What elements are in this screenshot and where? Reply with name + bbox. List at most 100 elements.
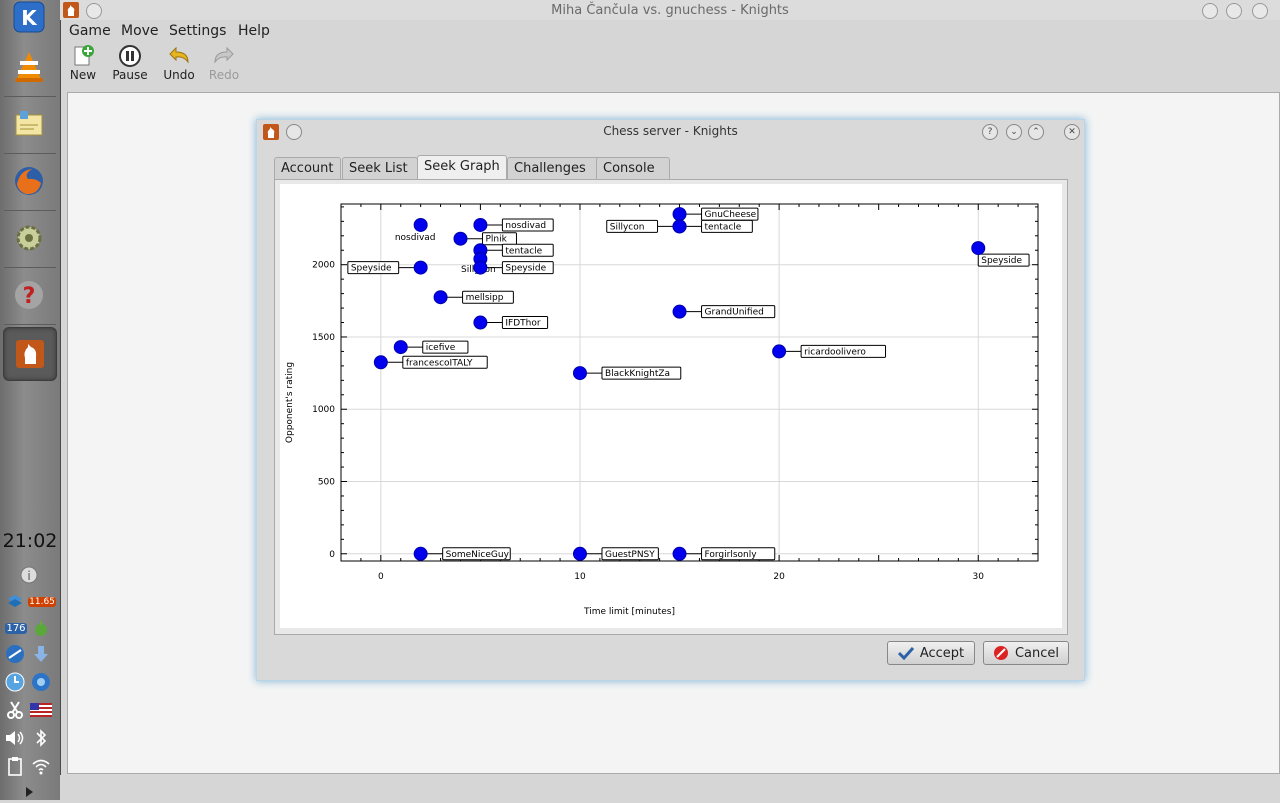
dialog-close-button[interactable]: ✕	[1064, 124, 1080, 140]
menu-game[interactable]: Game	[69, 23, 111, 39]
cancel-icon	[993, 646, 1008, 660]
clock-app-icon[interactable]	[4, 671, 26, 693]
tab-account[interactable]: Account	[274, 157, 341, 180]
dialog-title: Chess server - Knights	[603, 124, 738, 138]
seek-point[interactable]	[672, 219, 687, 234]
vlc-icon[interactable]	[3, 40, 55, 92]
point-label: SomeNiceGuy	[446, 550, 510, 560]
wifi-icon[interactable]	[30, 755, 52, 777]
firefox-icon[interactable]	[3, 155, 55, 207]
accept-label: Accept	[919, 645, 965, 661]
seek-point[interactable]	[672, 304, 687, 319]
point-label: BlackKnightZa	[605, 369, 670, 379]
menu-settings[interactable]: Settings	[169, 23, 226, 39]
tab-account-label: Account	[281, 161, 334, 176]
seek-point[interactable]	[572, 366, 587, 381]
seek-point[interactable]	[413, 217, 428, 232]
seek-point[interactable]	[413, 260, 428, 275]
menu-settings-label: Settings	[169, 23, 227, 39]
knights-task-icon[interactable]	[3, 327, 57, 381]
clipboard-icon[interactable]	[4, 755, 26, 777]
globe-icon[interactable]	[30, 671, 52, 693]
redo-label: Redo	[208, 68, 240, 82]
help-icon[interactable]: ?	[3, 269, 55, 321]
info-icon[interactable]: i	[18, 564, 40, 586]
seek-point[interactable]	[373, 355, 388, 370]
x-axis-label: Time limit [minutes]	[583, 607, 675, 617]
y-tick-label: 1000	[312, 405, 335, 415]
undo-label: Undo	[163, 68, 195, 82]
seek-point[interactable]	[453, 231, 468, 246]
point-label: nosdivad	[505, 221, 546, 231]
x-tick-label: 0	[378, 572, 384, 582]
redo-icon	[214, 46, 234, 64]
settings-icon[interactable]	[3, 212, 55, 264]
x-tick-label: 20	[773, 572, 785, 582]
tab-challenges[interactable]: Challenges	[507, 157, 603, 180]
new-button[interactable]: New	[61, 44, 105, 82]
point-label: icefive	[426, 343, 456, 353]
point-label: Speyside	[351, 264, 392, 274]
dropbox-icon[interactable]	[4, 591, 26, 613]
point-label: nosdivad	[395, 233, 436, 243]
seek-point[interactable]	[971, 241, 986, 256]
point-label: francescoITALY	[406, 358, 473, 368]
seek-point[interactable]	[772, 344, 787, 359]
tab-seek-graph[interactable]: Seek Graph	[417, 155, 507, 181]
y-tick-label: 1500	[312, 333, 335, 343]
statusbar	[60, 775, 1280, 800]
seek-point[interactable]	[572, 546, 587, 561]
seek-point[interactable]	[393, 340, 408, 355]
seek-point[interactable]	[672, 207, 687, 222]
pause-label: Pause	[112, 68, 148, 82]
cancel-button[interactable]: Cancel	[983, 641, 1069, 665]
svg-text:i: i	[27, 569, 30, 583]
dialog-help-button[interactable]: ?	[982, 124, 998, 140]
volume-icon[interactable]	[4, 727, 26, 749]
dialog-maximize-button[interactable]: ⌃	[1028, 124, 1044, 140]
maximize-button[interactable]	[1226, 3, 1242, 19]
y-axis-label: Opponent's rating	[285, 362, 295, 443]
tray-badge-1[interactable]: 11.65	[28, 591, 56, 613]
seek-graph-pane: 0 10 20 30 0 500 1000 1500 2000 Time limit [minut…	[274, 179, 1068, 635]
bluetooth-icon[interactable]	[30, 727, 52, 749]
seek-point[interactable]	[413, 546, 428, 561]
seek-point[interactable]	[473, 260, 488, 275]
network-icon[interactable]	[4, 643, 26, 665]
apple-icon[interactable]	[30, 617, 52, 639]
tab-console[interactable]: Console	[596, 157, 670, 180]
accept-button[interactable]: Accept	[887, 641, 975, 665]
chess-server-dialog: Chess server - Knights ? ⌄ ⌃ ✕ Account S…	[256, 119, 1085, 681]
us-flag-icon[interactable]	[30, 699, 52, 721]
point-label: Speyside	[981, 256, 1022, 266]
seek-point[interactable]	[672, 546, 687, 561]
seek-graph-chart[interactable]: 0 10 20 30 0 500 1000 1500 2000 Time limit [minut…	[280, 184, 1062, 628]
pause-button[interactable]: Pause	[108, 44, 152, 82]
undo-icon	[169, 46, 189, 64]
clock[interactable]: 21:02	[0, 530, 60, 552]
menu-move[interactable]: Move	[121, 23, 159, 39]
seek-point[interactable]	[473, 315, 488, 330]
seek-point[interactable]	[433, 290, 448, 305]
kontact-icon[interactable]	[3, 98, 55, 150]
scissors-icon[interactable]	[4, 699, 26, 721]
tray-badge-2[interactable]: 176	[4, 617, 28, 639]
tab-seek-list[interactable]: Seek List	[342, 157, 418, 180]
kde-menu-icon[interactable]: K	[3, 0, 55, 34]
undo-button[interactable]: Undo	[157, 44, 201, 82]
cancel-label: Cancel	[1014, 645, 1060, 661]
window-title: Miha Čančula vs. gnuchess - Knights	[551, 3, 789, 18]
redo-button[interactable]: Redo	[202, 44, 246, 82]
dialog-minimize-button[interactable]: ⌄	[1006, 124, 1022, 140]
point-label: Sillycon	[610, 222, 645, 232]
tray-badge-2-text: 176	[5, 622, 27, 634]
menu-help[interactable]: Help	[238, 23, 270, 39]
x-tick-label: 30	[973, 572, 985, 582]
download-icon[interactable]	[30, 643, 52, 665]
seek-point[interactable]	[473, 217, 488, 232]
close-button[interactable]	[1252, 3, 1268, 19]
minimize-button[interactable]	[1202, 3, 1218, 19]
point-label: tentacle	[505, 246, 542, 256]
seek-graph: 0 10 20 30 0 500 1000 1500 2000 Time limit [minut…	[280, 184, 1062, 628]
menu-move-label: Move	[121, 23, 159, 39]
